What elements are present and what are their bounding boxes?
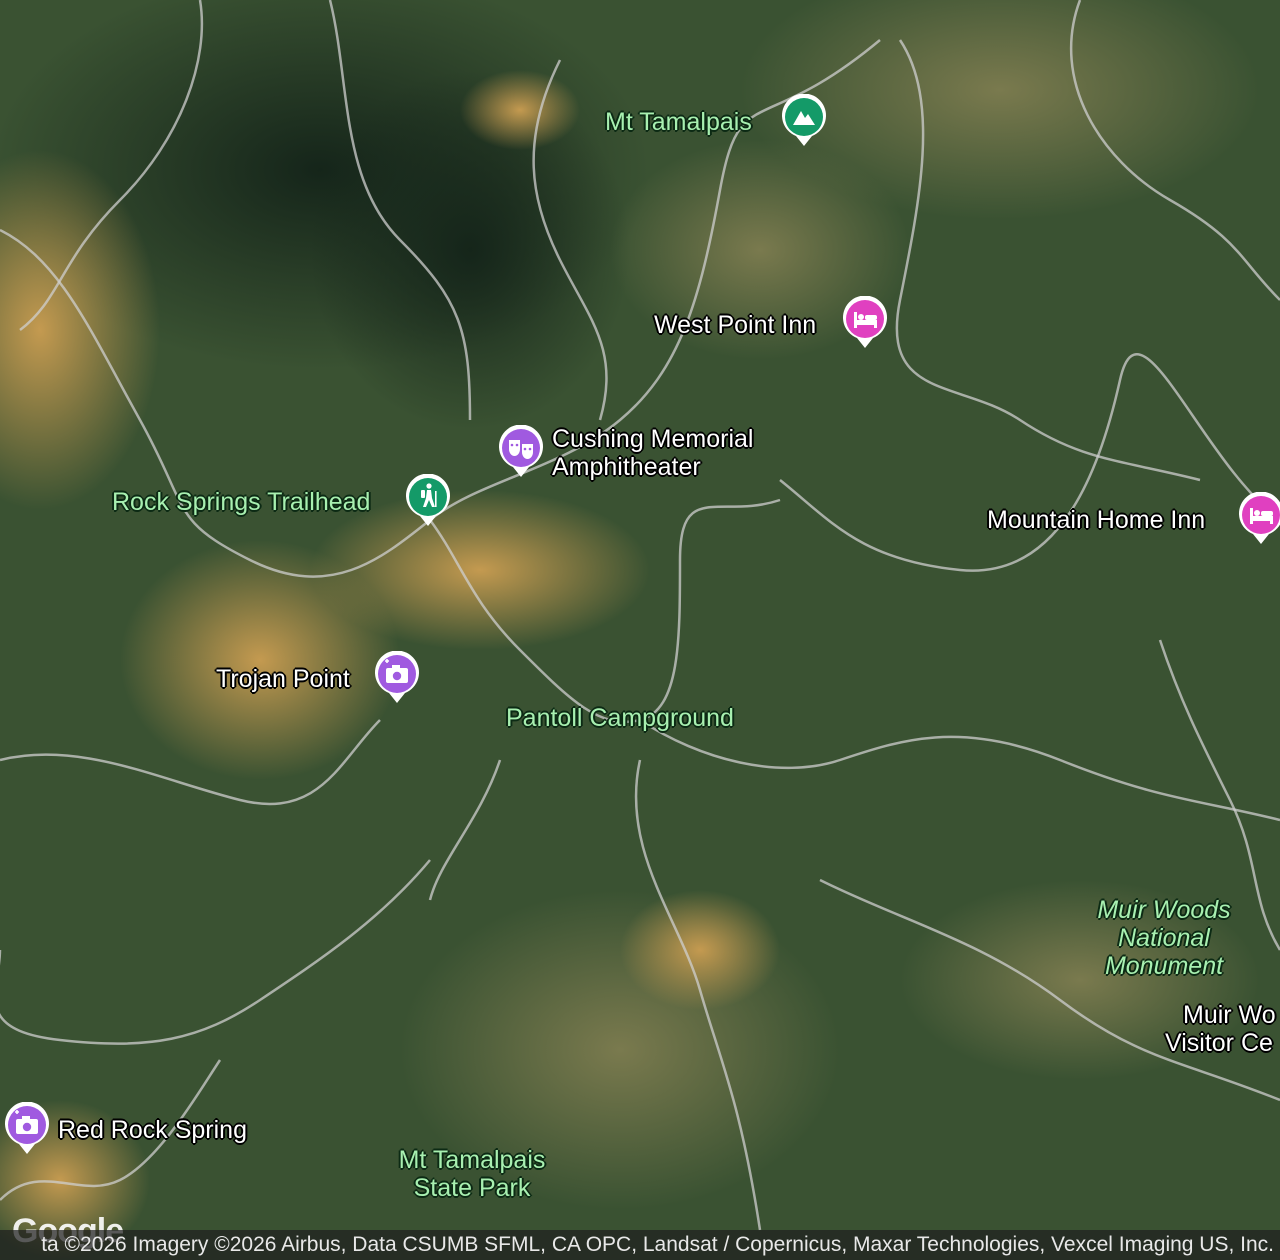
hotel-bed-icon (843, 296, 887, 348)
theater-masks-icon (499, 425, 543, 477)
satellite-imagery (0, 0, 1280, 1260)
map-attribution[interactable]: ta ©2026 Imagery ©2026 Airbus, Data CSUM… (0, 1230, 1280, 1260)
camera-icon (5, 1102, 49, 1154)
place-label-line2: Visitor Ce (1165, 1029, 1273, 1057)
satellite-map[interactable]: Mt Tamalpais West Point Inn Cushing Memo… (0, 0, 1280, 1260)
place-label-line1: Muir Woods (1097, 896, 1231, 924)
place-label-line1: Muir Wo (1183, 1001, 1276, 1029)
hiker-icon (406, 474, 450, 526)
place-label: Trojan Point (216, 665, 350, 693)
place-label-line2: National (1118, 924, 1210, 952)
place-label-line3: Monument (1104, 952, 1224, 980)
mountain-icon (782, 94, 826, 146)
place-label: Mt Tamalpais (605, 108, 752, 136)
place-label: Pantoll Campground (506, 704, 734, 732)
camera-icon (375, 651, 419, 703)
place-label: Mountain Home Inn (987, 506, 1206, 534)
place-label-line1: Mt Tamalpais (398, 1146, 546, 1174)
place-label: West Point Inn (654, 311, 817, 339)
place-label-line2: State Park (413, 1174, 531, 1202)
place-label-line2: Amphitheater (552, 453, 701, 481)
place-label: Rock Springs Trailhead (112, 488, 371, 516)
hotel-bed-icon (1239, 492, 1280, 544)
place-label: Red Rock Spring (58, 1116, 247, 1144)
place-label-line1: Cushing Memorial (552, 425, 754, 453)
